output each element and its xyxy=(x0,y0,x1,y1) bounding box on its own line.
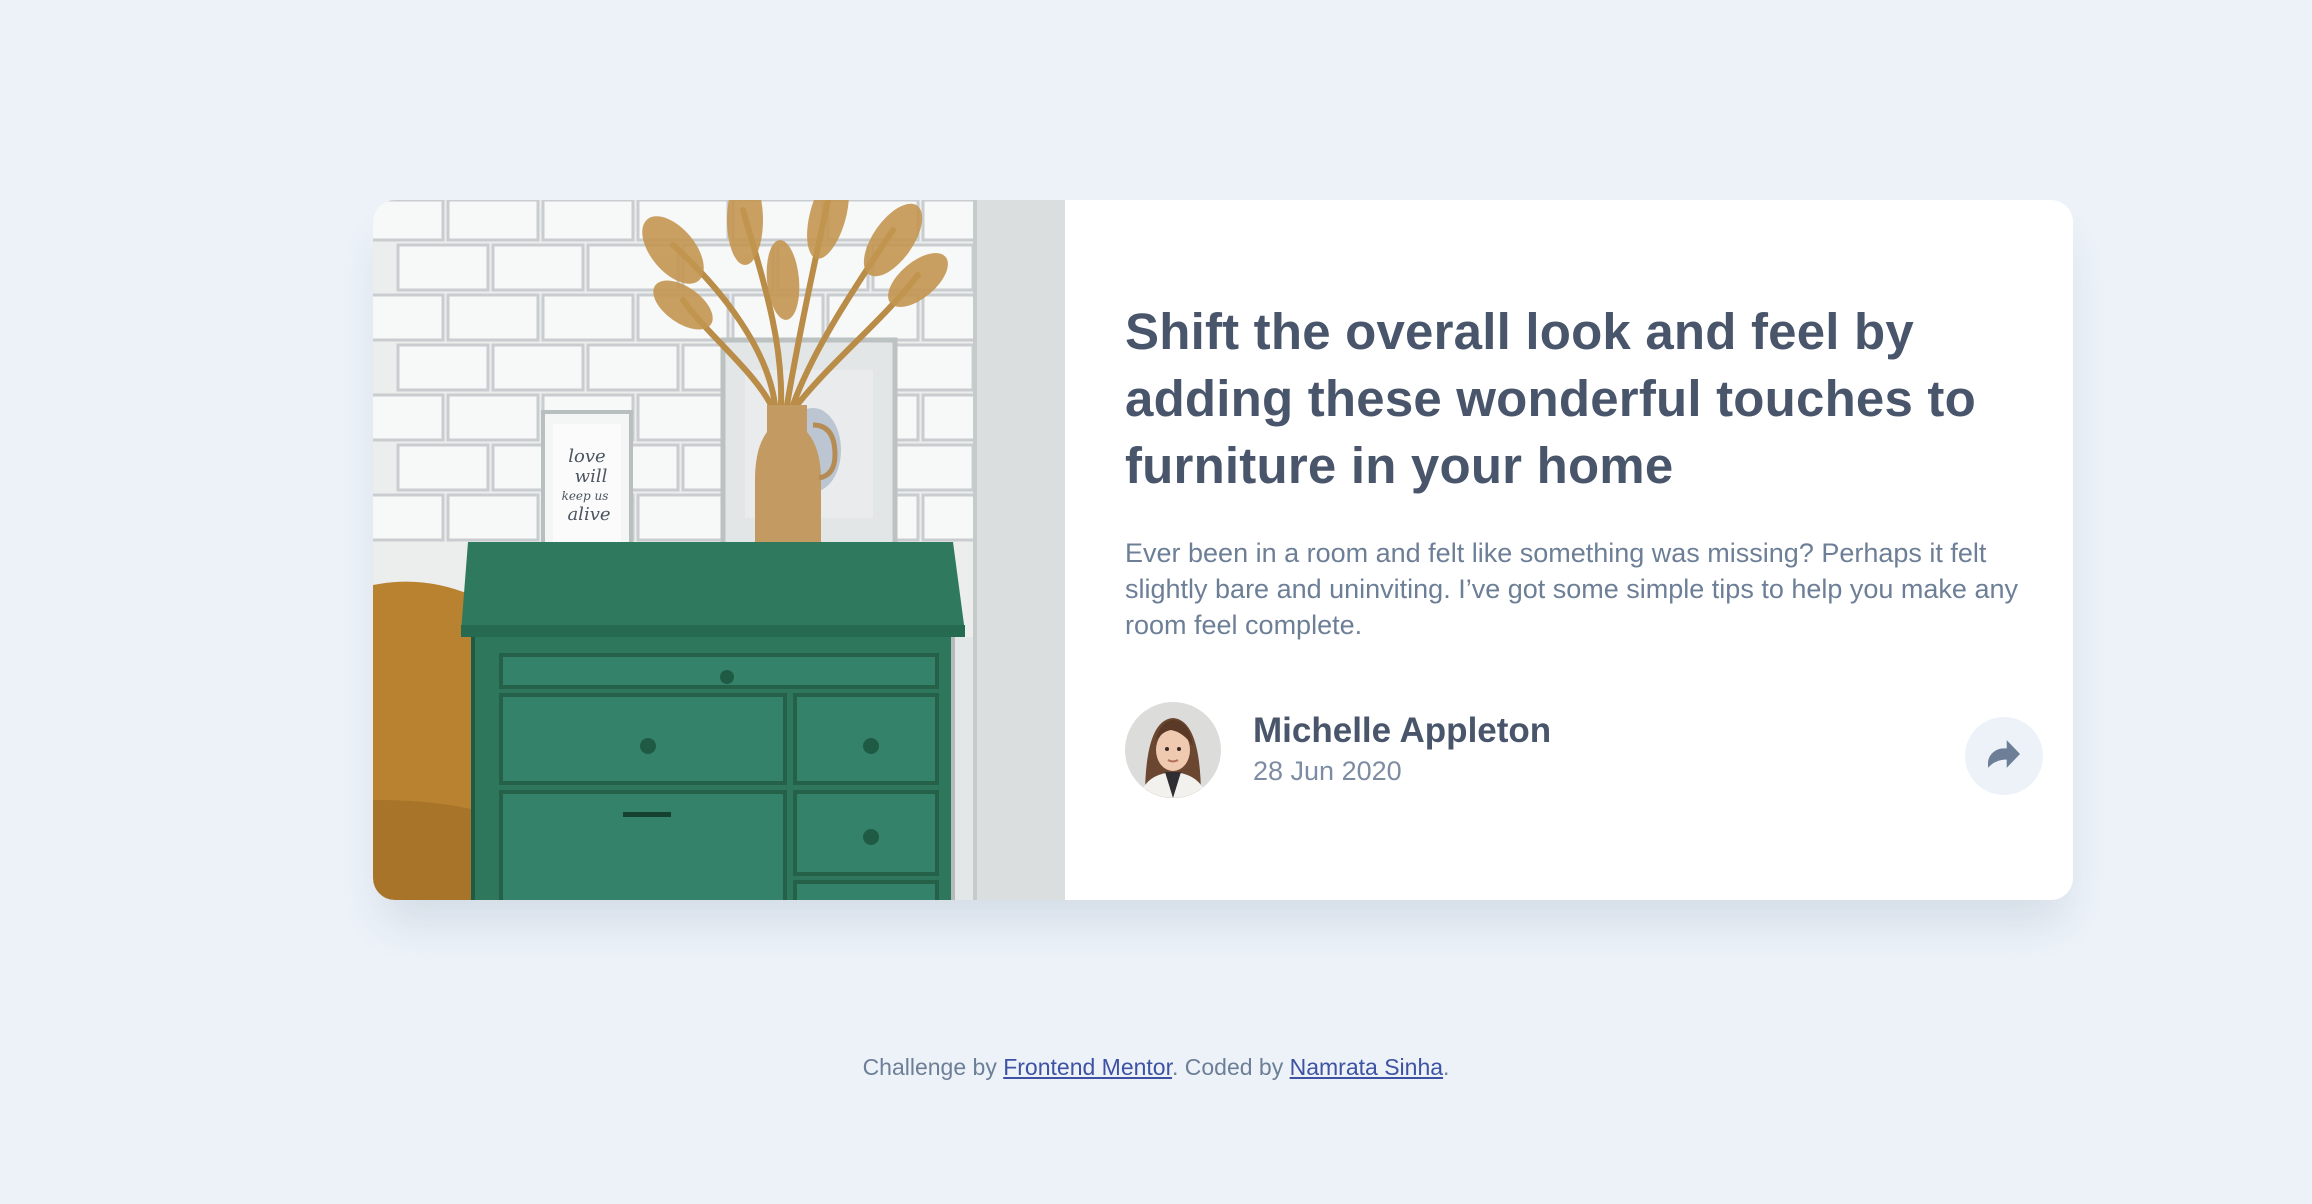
article-description: Ever been in a room and felt like someth… xyxy=(1125,538,2018,640)
svg-text:keep us: keep us xyxy=(562,489,609,503)
svg-text:love: love xyxy=(568,446,605,467)
publish-date: 28 Jun 2020 xyxy=(1253,756,1402,786)
attribution-middle: . Coded by xyxy=(1171,1054,1290,1080)
share-button[interactable] xyxy=(1965,717,2043,795)
article-title: Shift the overall look and feel by addin… xyxy=(1125,303,1976,494)
share-icon xyxy=(1988,739,2020,773)
drawers-image: love will keep us alive xyxy=(373,200,1065,900)
author-name: Michelle Appleton xyxy=(1253,711,1552,750)
svg-text:will: will xyxy=(575,466,608,487)
frontend-mentor-link[interactable]: Frontend Mentor xyxy=(1003,1054,1172,1080)
avatar xyxy=(1125,702,1221,798)
author-link[interactable]: Namrata Sinha xyxy=(1290,1054,1443,1080)
attribution-prefix: Challenge by xyxy=(862,1054,1004,1080)
svg-text:alive: alive xyxy=(567,504,610,525)
author-info: Michelle Appleton 28 Jun 2020 xyxy=(1125,702,1551,798)
article-preview-card: love will keep us alive Shift the overal… xyxy=(373,200,2073,900)
attribution-footer: Challenge by Frontend Mentor. Coded by N… xyxy=(0,1054,2312,1081)
card-content: Shift the overall look and feel by addin… xyxy=(1065,200,2073,900)
attribution-suffix: . xyxy=(1443,1054,1450,1080)
